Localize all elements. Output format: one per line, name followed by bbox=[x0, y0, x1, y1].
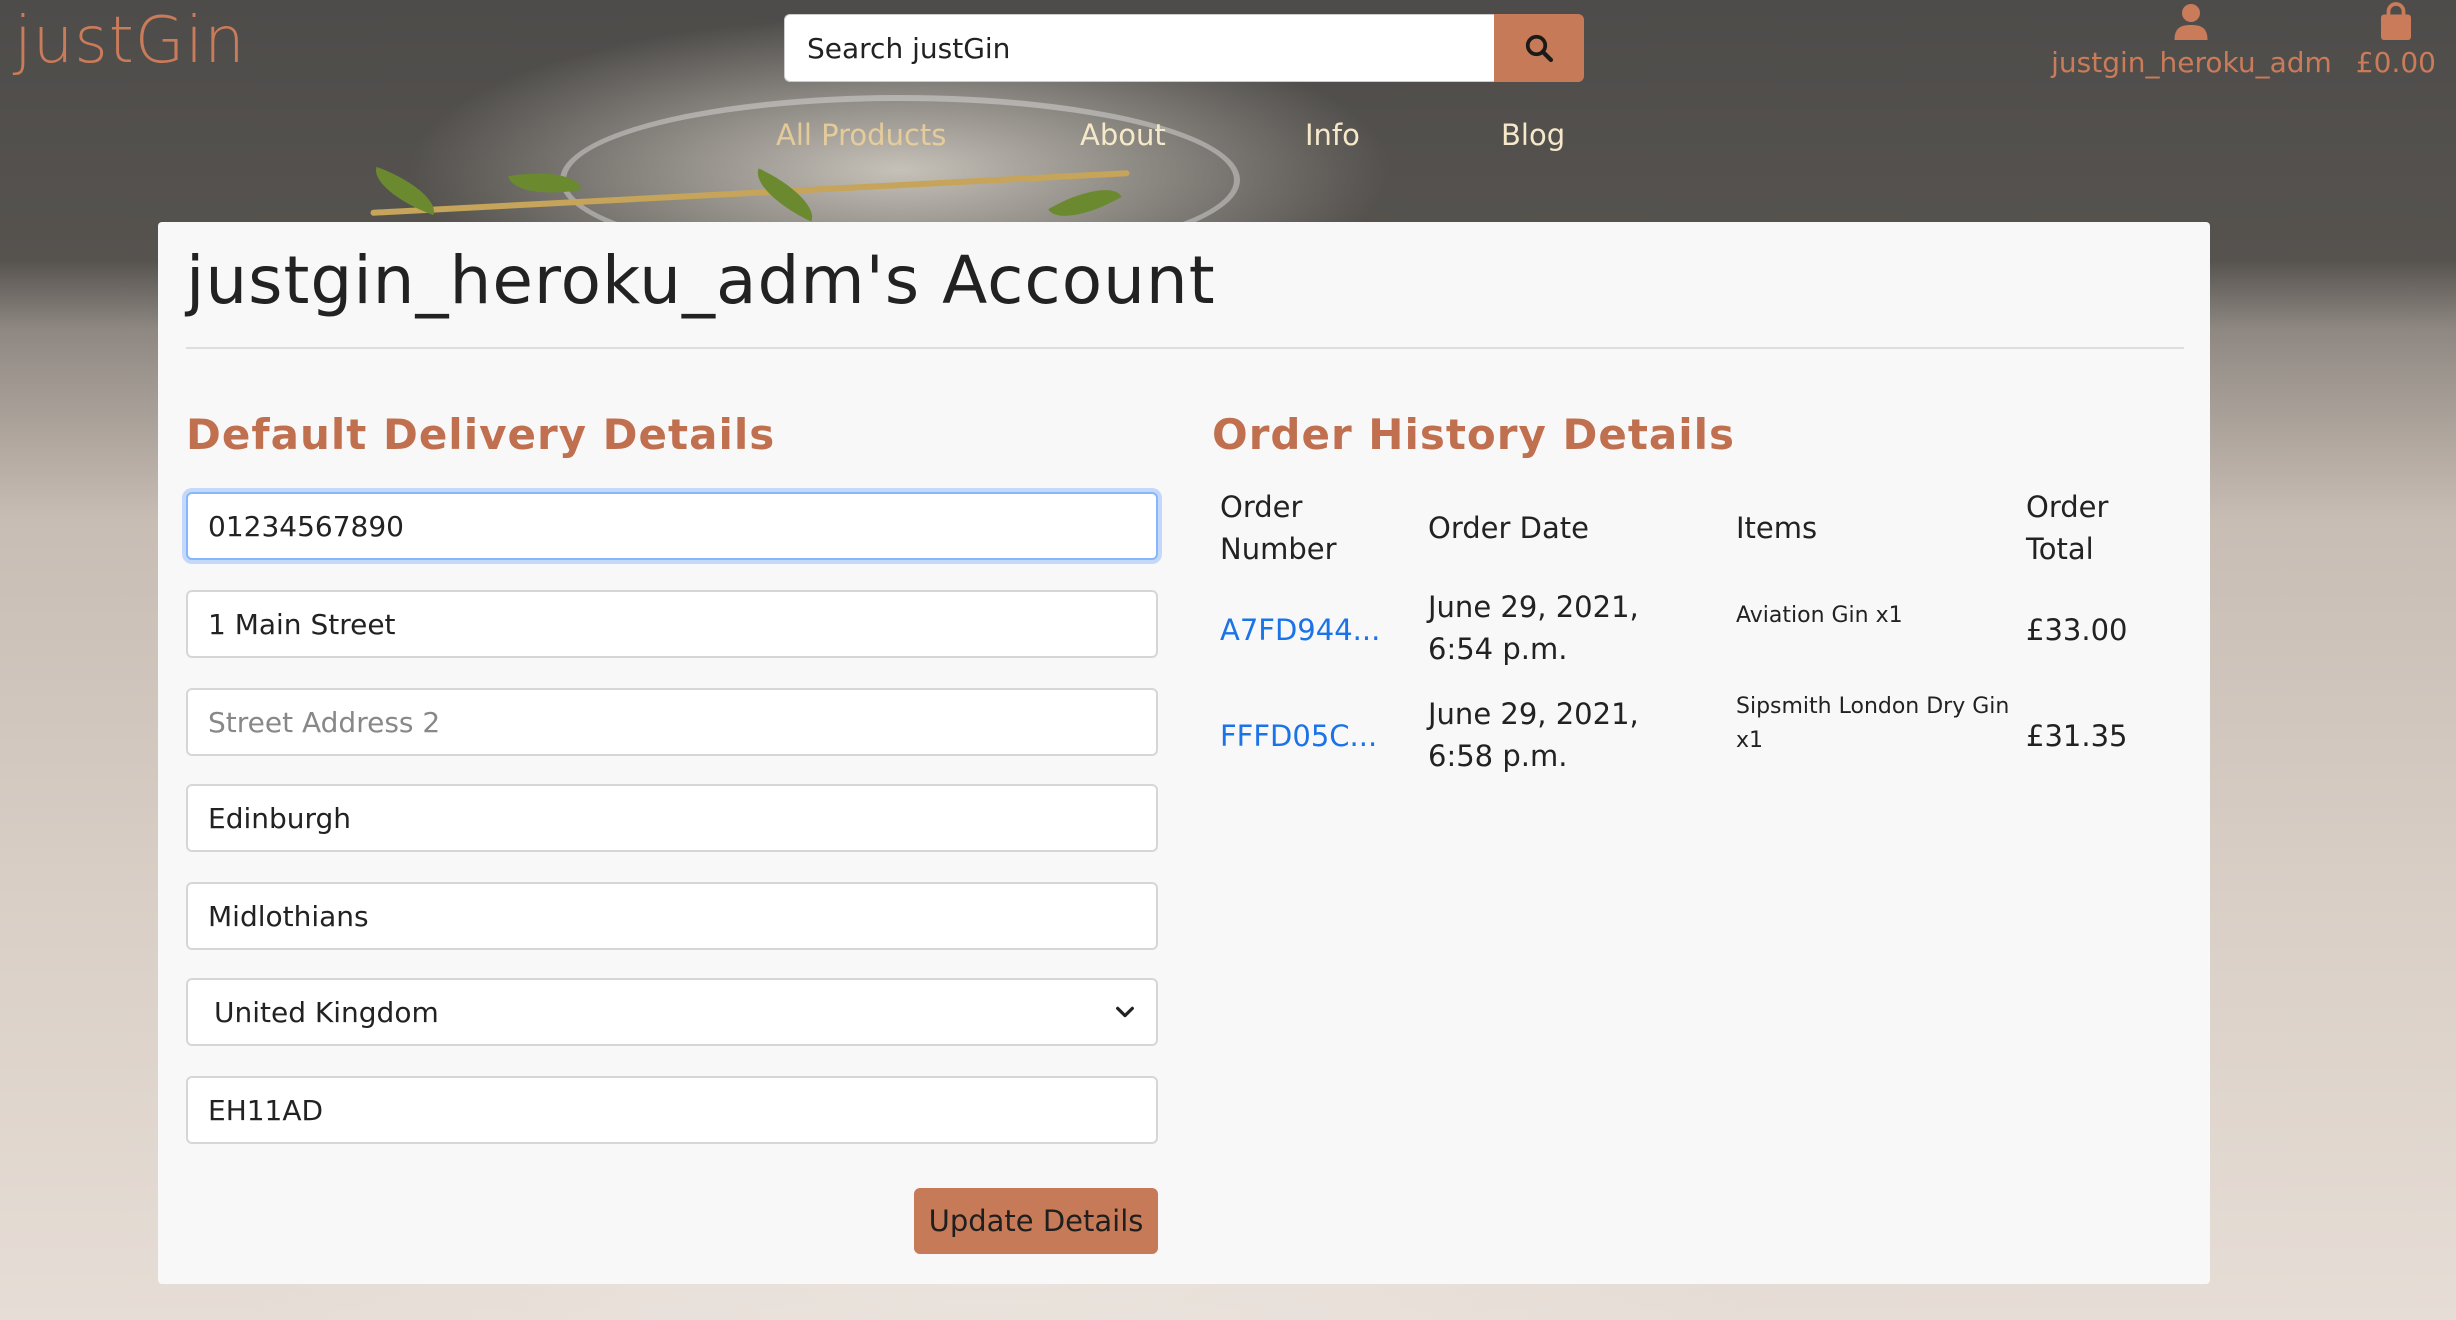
nav-info[interactable]: Info bbox=[1305, 118, 1360, 152]
order-number-link[interactable]: FFFD05C... bbox=[1220, 715, 1377, 757]
search-button[interactable] bbox=[1494, 14, 1584, 82]
update-details-button[interactable]: Update Details bbox=[914, 1188, 1158, 1254]
page-title: justgin_heroku_adm's Account bbox=[186, 242, 1216, 319]
order-items: Sipsmith London Dry Gin x1 bbox=[1736, 694, 2010, 753]
order-date: June 29, 2021, 6:58 p.m. bbox=[1428, 697, 1639, 773]
order-total: £33.00 bbox=[2026, 613, 2128, 647]
column-header-items: Items bbox=[1736, 511, 1818, 545]
postcode-field[interactable]: EH11AD bbox=[186, 1076, 1158, 1144]
column-header-order-date: Order Date bbox=[1428, 511, 1589, 545]
basket-link[interactable]: £0.00 bbox=[2356, 2, 2436, 79]
title-divider bbox=[186, 347, 2184, 349]
column-header-order-number: Order Number bbox=[1220, 490, 1337, 566]
county-field[interactable]: Midlothians bbox=[186, 882, 1158, 950]
search-input[interactable] bbox=[784, 14, 1494, 82]
nav-about[interactable]: About bbox=[1080, 118, 1166, 152]
header-account-area: justgin_heroku_adm £0.00 bbox=[2051, 2, 2436, 79]
site-logo[interactable]: justGin bbox=[14, 4, 246, 78]
order-items: Aviation Gin x1 bbox=[1736, 603, 1903, 628]
street-address-1-field[interactable]: 1 Main Street bbox=[186, 590, 1158, 658]
order-date: June 29, 2021, 6:54 p.m. bbox=[1428, 590, 1639, 666]
nav-blog[interactable]: Blog bbox=[1501, 118, 1565, 152]
country-select[interactable]: United Kingdom bbox=[186, 978, 1158, 1046]
column-header-order-total: Order Total bbox=[2026, 490, 2109, 566]
basket-total: £0.00 bbox=[2355, 46, 2436, 79]
delivery-section-title: Default Delivery Details bbox=[186, 410, 776, 459]
account-card: justgin_heroku_adm's Account Default Del… bbox=[158, 222, 2210, 1284]
town-field[interactable]: Edinburgh bbox=[186, 784, 1158, 852]
phone-field[interactable]: 01234567890 bbox=[186, 492, 1158, 560]
order-total: £31.35 bbox=[2026, 719, 2128, 753]
nav-all-products[interactable]: All Products bbox=[776, 118, 946, 152]
country-select-value: United Kingdom bbox=[214, 995, 439, 1029]
street-address-2-field[interactable]: Street Address 2 bbox=[186, 688, 1158, 756]
order-number-link[interactable]: A7FD944... bbox=[1220, 609, 1380, 651]
search-bar bbox=[784, 14, 1584, 82]
search-icon bbox=[1525, 34, 1554, 63]
chevron-down-icon bbox=[1116, 1006, 1134, 1018]
account-username: justgin_heroku_adm bbox=[2051, 46, 2332, 79]
my-account-link[interactable]: justgin_heroku_adm bbox=[2051, 2, 2332, 79]
user-icon bbox=[2174, 4, 2208, 40]
shopping-bag-icon bbox=[2380, 2, 2411, 40]
order-history-title: Order History Details bbox=[1212, 410, 1736, 459]
